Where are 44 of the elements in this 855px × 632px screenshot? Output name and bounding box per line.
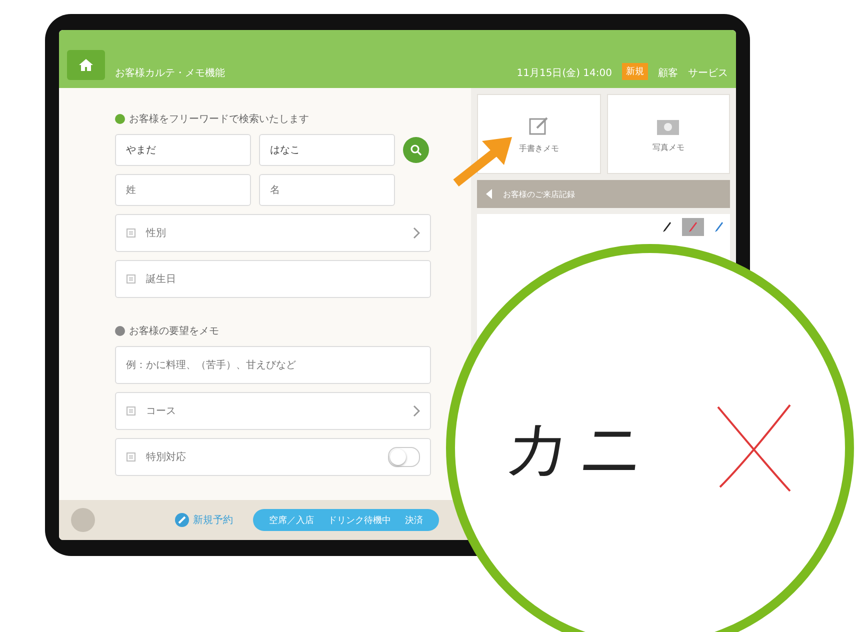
arrow-icon (452, 135, 514, 187)
list-icon (126, 406, 136, 416)
row-label: コース (146, 405, 177, 418)
section-heading: お客様をフリーワードで検索いたします (129, 112, 309, 126)
chevron-icon (412, 227, 420, 239)
pencil-icon (175, 513, 189, 527)
form-row[interactable]: コース (115, 392, 431, 430)
list-icon (126, 274, 136, 284)
search-button[interactable] (403, 137, 429, 163)
section-heading: お客様の要望をメモ (129, 324, 219, 338)
bullet-icon (115, 326, 125, 336)
status-step[interactable]: 決済 (405, 514, 423, 526)
text-field[interactable]: 名 (259, 174, 395, 206)
back-icon (485, 188, 493, 200)
search-icon (410, 144, 422, 156)
row-label: 性別 (146, 226, 167, 240)
edit-icon (528, 114, 550, 136)
memo-tile[interactable]: 写真メモ (606, 94, 730, 174)
list-icon (126, 452, 136, 462)
memo-field[interactable]: 例：かに料理、（苦手）、甘えびなど (115, 346, 431, 384)
record-title: お客様のご来店記録 (503, 188, 575, 200)
back-button[interactable] (71, 508, 95, 532)
new-reservation-button[interactable]: 新規予約 (169, 512, 239, 528)
form-row[interactable]: 誕生日 (115, 260, 431, 298)
row-label: 誕生日 (146, 272, 177, 286)
status-step[interactable]: 空席／入店 (269, 514, 314, 526)
app-title: お客様カルテ・メモ機能 (115, 66, 225, 80)
text-field[interactable]: 姓 (115, 174, 251, 206)
status-badge: 新規 (622, 63, 648, 80)
chevron-icon (412, 405, 420, 417)
toggle-switch[interactable] (388, 447, 420, 467)
home-icon (78, 58, 94, 72)
date-text: 11月15日(金) 14:00 (516, 67, 612, 80)
text-field[interactable]: はなこ (259, 134, 395, 166)
handwritten-text: カニ (501, 410, 659, 488)
list-icon (126, 228, 136, 238)
memo-tile[interactable]: 手書きメモ (477, 94, 600, 174)
status-step[interactable]: ドリンク待機中 (328, 514, 391, 526)
form-row[interactable]: 性別 (115, 214, 431, 252)
text-field[interactable]: やまだ (115, 134, 251, 166)
home-button[interactable] (67, 50, 105, 80)
bullet-icon (115, 114, 125, 124)
row-label: 特別対応 (146, 450, 187, 464)
form-row[interactable]: 特別対応 (115, 438, 431, 476)
